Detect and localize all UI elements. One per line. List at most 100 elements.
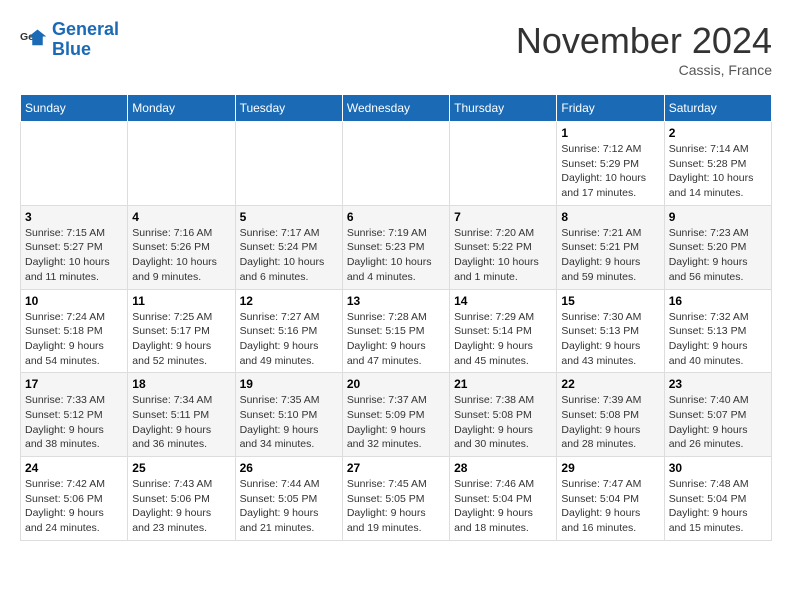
day-number: 28 <box>454 461 552 475</box>
calendar-day-cell: 15Sunrise: 7:30 AM Sunset: 5:13 PM Dayli… <box>557 289 664 373</box>
calendar-week-row: 10 Sunrise: 7:24 AM Sunset: 5:18 PM Dayli… <box>21 289 772 373</box>
day-number: 9 <box>669 210 767 224</box>
calendar-body: 1 Sunrise: 7:12 AM Sunset: 5:29 PM Daylig… <box>21 122 772 541</box>
empty-day-cell <box>128 122 235 206</box>
calendar-day-cell: 8 Sunrise: 7:21 AM Sunset: 5:21 PM Daylig… <box>557 205 664 289</box>
weekday-header-friday: Friday <box>557 95 664 122</box>
month-title: November 2024 <box>516 20 772 62</box>
weekday-header-wednesday: Wednesday <box>342 95 449 122</box>
location: Cassis, France <box>516 62 772 78</box>
day-number: 22 <box>561 377 659 391</box>
empty-day-cell <box>450 122 557 206</box>
day-info: Sunrise: 7:29 AM Sunset: 5:14 PM Dayligh… <box>454 310 552 369</box>
logo-text: General Blue <box>52 20 119 60</box>
day-info: Sunrise: 7:37 AM Sunset: 5:09 PM Dayligh… <box>347 393 445 452</box>
calendar-day-cell: 21Sunrise: 7:38 AM Sunset: 5:08 PM Dayli… <box>450 373 557 457</box>
day-number: 14 <box>454 294 552 308</box>
calendar-day-cell: 25Sunrise: 7:43 AM Sunset: 5:06 PM Dayli… <box>128 457 235 541</box>
day-info: Sunrise: 7:32 AM Sunset: 5:13 PM Dayligh… <box>669 310 767 369</box>
calendar-day-cell: 26Sunrise: 7:44 AM Sunset: 5:05 PM Dayli… <box>235 457 342 541</box>
calendar-day-cell: 1 Sunrise: 7:12 AM Sunset: 5:29 PM Daylig… <box>557 122 664 206</box>
day-number: 11 <box>132 294 230 308</box>
day-number: 29 <box>561 461 659 475</box>
calendar-day-cell: 14 Sunrise: 7:29 AM Sunset: 5:14 PM Dayli… <box>450 289 557 373</box>
calendar-header: SundayMondayTuesdayWednesdayThursdayFrid… <box>21 95 772 122</box>
weekday-header-monday: Monday <box>128 95 235 122</box>
weekday-header-row: SundayMondayTuesdayWednesdayThursdayFrid… <box>21 95 772 122</box>
calendar-week-row: 17 Sunrise: 7:33 AM Sunset: 5:12 PM Dayli… <box>21 373 772 457</box>
day-number: 6 <box>347 210 445 224</box>
day-info: Sunrise: 7:45 AM Sunset: 5:05 PM Dayligh… <box>347 477 445 536</box>
calendar-day-cell: 10 Sunrise: 7:24 AM Sunset: 5:18 PM Dayli… <box>21 289 128 373</box>
day-number: 3 <box>25 210 123 224</box>
day-number: 8 <box>561 210 659 224</box>
calendar-table: SundayMondayTuesdayWednesdayThursdayFrid… <box>20 94 772 541</box>
day-number: 18 <box>132 377 230 391</box>
day-info: Sunrise: 7:27 AM Sunset: 5:16 PM Dayligh… <box>240 310 338 369</box>
calendar-day-cell: 13Sunrise: 7:28 AM Sunset: 5:15 PM Dayli… <box>342 289 449 373</box>
calendar-day-cell: 23 Sunrise: 7:40 AM Sunset: 5:07 PM Dayli… <box>664 373 771 457</box>
day-info: Sunrise: 7:44 AM Sunset: 5:05 PM Dayligh… <box>240 477 338 536</box>
day-number: 20 <box>347 377 445 391</box>
calendar-day-cell: 29 Sunrise: 7:47 AM Sunset: 5:04 PM Dayli… <box>557 457 664 541</box>
calendar-day-cell: 6 Sunrise: 7:19 AM Sunset: 5:23 PM Daylig… <box>342 205 449 289</box>
day-info: Sunrise: 7:21 AM Sunset: 5:21 PM Dayligh… <box>561 226 659 285</box>
day-info: Sunrise: 7:28 AM Sunset: 5:15 PM Dayligh… <box>347 310 445 369</box>
day-info: Sunrise: 7:40 AM Sunset: 5:07 PM Dayligh… <box>669 393 767 452</box>
day-info: Sunrise: 7:42 AM Sunset: 5:06 PM Dayligh… <box>25 477 123 536</box>
empty-day-cell <box>21 122 128 206</box>
day-info: Sunrise: 7:33 AM Sunset: 5:12 PM Dayligh… <box>25 393 123 452</box>
day-info: Sunrise: 7:46 AM Sunset: 5:04 PM Dayligh… <box>454 477 552 536</box>
day-info: Sunrise: 7:47 AM Sunset: 5:04 PM Dayligh… <box>561 477 659 536</box>
empty-day-cell <box>342 122 449 206</box>
day-info: Sunrise: 7:15 AM Sunset: 5:27 PM Dayligh… <box>25 226 123 285</box>
calendar-day-cell: 11 Sunrise: 7:25 AM Sunset: 5:17 PM Dayli… <box>128 289 235 373</box>
day-number: 30 <box>669 461 767 475</box>
day-info: Sunrise: 7:30 AM Sunset: 5:13 PM Dayligh… <box>561 310 659 369</box>
day-info: Sunrise: 7:17 AM Sunset: 5:24 PM Dayligh… <box>240 226 338 285</box>
calendar-week-row: 3 Sunrise: 7:15 AM Sunset: 5:27 PM Daylig… <box>21 205 772 289</box>
calendar-day-cell: 22 Sunrise: 7:39 AM Sunset: 5:08 PM Dayli… <box>557 373 664 457</box>
logo-blue: Blue <box>52 40 119 60</box>
day-number: 2 <box>669 126 767 140</box>
day-number: 7 <box>454 210 552 224</box>
day-info: Sunrise: 7:19 AM Sunset: 5:23 PM Dayligh… <box>347 226 445 285</box>
calendar-day-cell: 27 Sunrise: 7:45 AM Sunset: 5:05 PM Dayli… <box>342 457 449 541</box>
calendar-day-cell: 28 Sunrise: 7:46 AM Sunset: 5:04 PM Dayli… <box>450 457 557 541</box>
calendar-day-cell: 12Sunrise: 7:27 AM Sunset: 5:16 PM Dayli… <box>235 289 342 373</box>
calendar-day-cell: 24 Sunrise: 7:42 AM Sunset: 5:06 PM Dayli… <box>21 457 128 541</box>
calendar-day-cell: 20 Sunrise: 7:37 AM Sunset: 5:09 PM Dayli… <box>342 373 449 457</box>
day-info: Sunrise: 7:39 AM Sunset: 5:08 PM Dayligh… <box>561 393 659 452</box>
calendar-day-cell: 17 Sunrise: 7:33 AM Sunset: 5:12 PM Dayli… <box>21 373 128 457</box>
day-number: 10 <box>25 294 123 308</box>
calendar-day-cell: 4 Sunrise: 7:16 AM Sunset: 5:26 PM Daylig… <box>128 205 235 289</box>
weekday-header-saturday: Saturday <box>664 95 771 122</box>
page-header: Gen General Blue November 2024 Cassis, F… <box>20 20 772 78</box>
day-info: Sunrise: 7:35 AM Sunset: 5:10 PM Dayligh… <box>240 393 338 452</box>
logo: Gen General Blue <box>20 20 119 60</box>
day-info: Sunrise: 7:24 AM Sunset: 5:18 PM Dayligh… <box>25 310 123 369</box>
day-info: Sunrise: 7:34 AM Sunset: 5:11 PM Dayligh… <box>132 393 230 452</box>
calendar-week-row: 24 Sunrise: 7:42 AM Sunset: 5:06 PM Dayli… <box>21 457 772 541</box>
weekday-header-thursday: Thursday <box>450 95 557 122</box>
calendar-day-cell: 7 Sunrise: 7:20 AM Sunset: 5:22 PM Daylig… <box>450 205 557 289</box>
day-info: Sunrise: 7:25 AM Sunset: 5:17 PM Dayligh… <box>132 310 230 369</box>
day-number: 19 <box>240 377 338 391</box>
day-info: Sunrise: 7:20 AM Sunset: 5:22 PM Dayligh… <box>454 226 552 285</box>
calendar-week-row: 1 Sunrise: 7:12 AM Sunset: 5:29 PM Daylig… <box>21 122 772 206</box>
day-info: Sunrise: 7:48 AM Sunset: 5:04 PM Dayligh… <box>669 477 767 536</box>
day-info: Sunrise: 7:43 AM Sunset: 5:06 PM Dayligh… <box>132 477 230 536</box>
day-number: 24 <box>25 461 123 475</box>
title-area: November 2024 Cassis, France <box>516 20 772 78</box>
calendar-day-cell: 16Sunrise: 7:32 AM Sunset: 5:13 PM Dayli… <box>664 289 771 373</box>
empty-day-cell <box>235 122 342 206</box>
day-number: 27 <box>347 461 445 475</box>
day-number: 4 <box>132 210 230 224</box>
day-number: 17 <box>25 377 123 391</box>
day-info: Sunrise: 7:16 AM Sunset: 5:26 PM Dayligh… <box>132 226 230 285</box>
day-info: Sunrise: 7:23 AM Sunset: 5:20 PM Dayligh… <box>669 226 767 285</box>
day-number: 1 <box>561 126 659 140</box>
day-number: 23 <box>669 377 767 391</box>
logo-general: General <box>52 19 119 39</box>
day-info: Sunrise: 7:12 AM Sunset: 5:29 PM Dayligh… <box>561 142 659 201</box>
